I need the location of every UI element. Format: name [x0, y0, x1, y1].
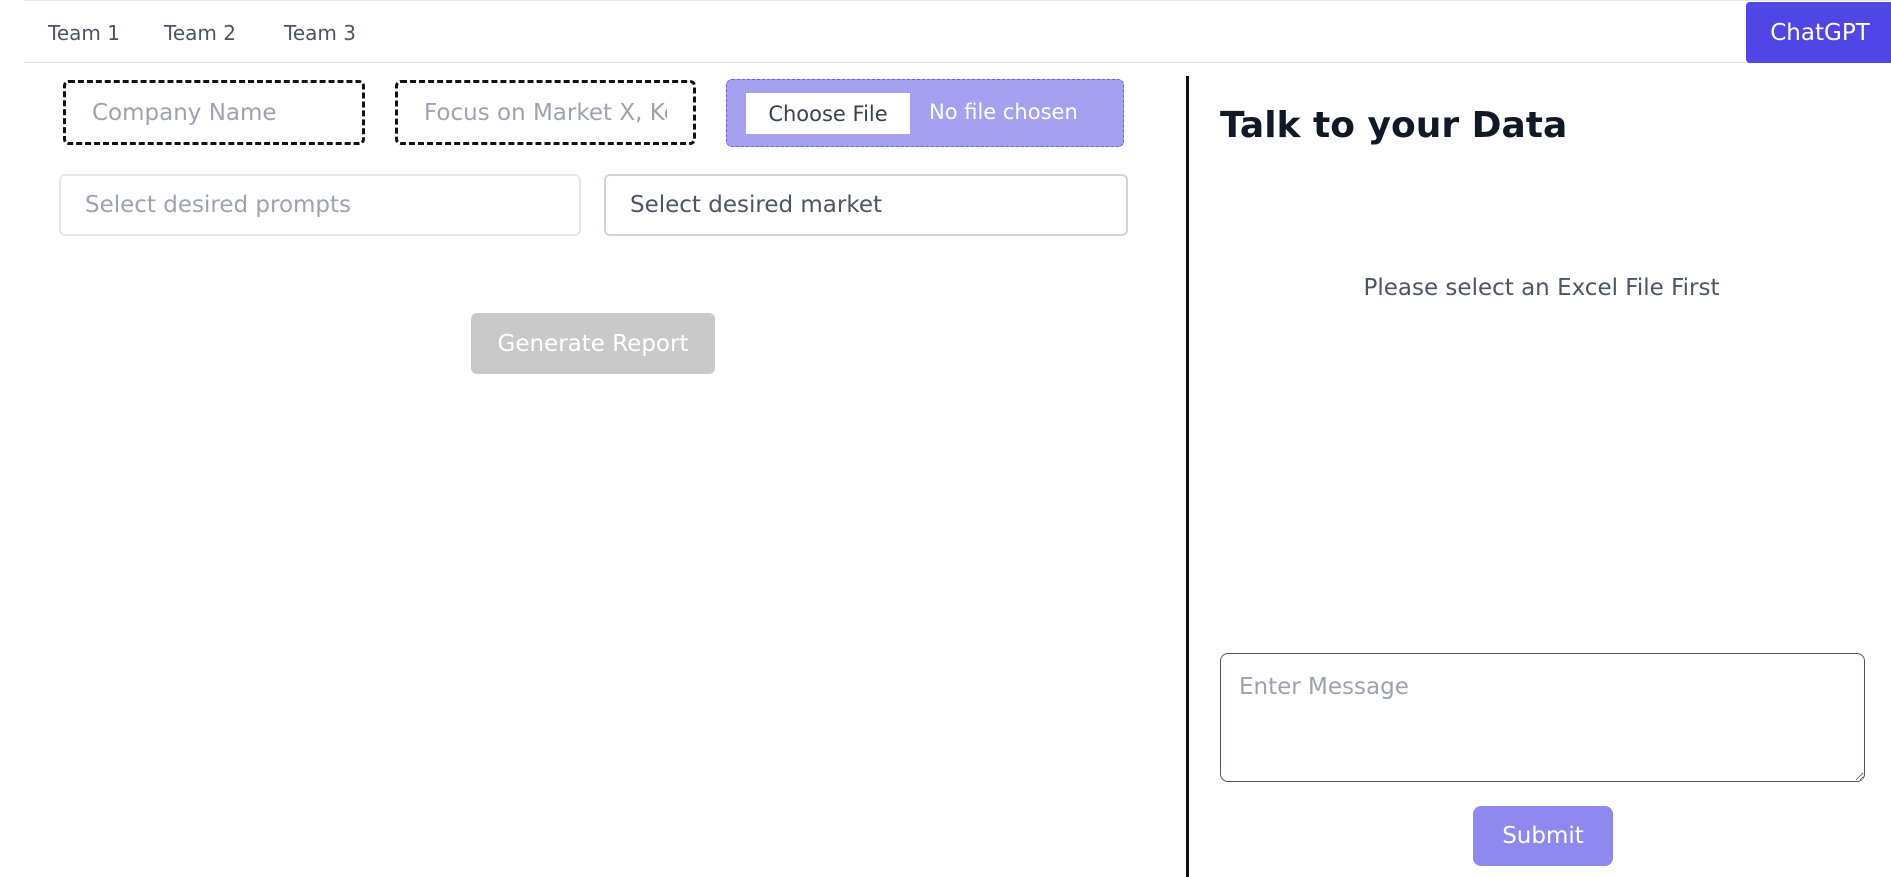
submit-button[interactable]: Submit	[1473, 806, 1613, 866]
market-select[interactable]: Select desired market	[604, 174, 1128, 236]
generate-report-button[interactable]: Generate Report	[471, 313, 715, 374]
choose-file-button[interactable]: Choose File	[746, 93, 910, 134]
file-upload-area[interactable]: Choose File No file chosen	[726, 79, 1124, 147]
company-name-input[interactable]	[63, 80, 365, 145]
top-nav: Team 1 Team 2 Team 3 ChatGPT	[24, 0, 1891, 63]
chat-empty-message: Please select an Excel File First	[1363, 275, 1720, 301]
prompts-select[interactable]: Select desired prompts	[59, 174, 581, 236]
tab-team-3[interactable]: Team 3	[284, 21, 356, 45]
chat-title: Talk to your Data	[1220, 105, 1568, 146]
tab-team-1[interactable]: Team 1	[48, 21, 120, 45]
file-status-text: No file chosen	[929, 100, 1078, 124]
message-input[interactable]	[1220, 653, 1865, 782]
panel-divider	[1186, 76, 1189, 877]
chatgpt-button[interactable]: ChatGPT	[1746, 2, 1891, 63]
tab-team-2[interactable]: Team 2	[164, 21, 236, 45]
focus-market-input[interactable]	[395, 80, 696, 145]
